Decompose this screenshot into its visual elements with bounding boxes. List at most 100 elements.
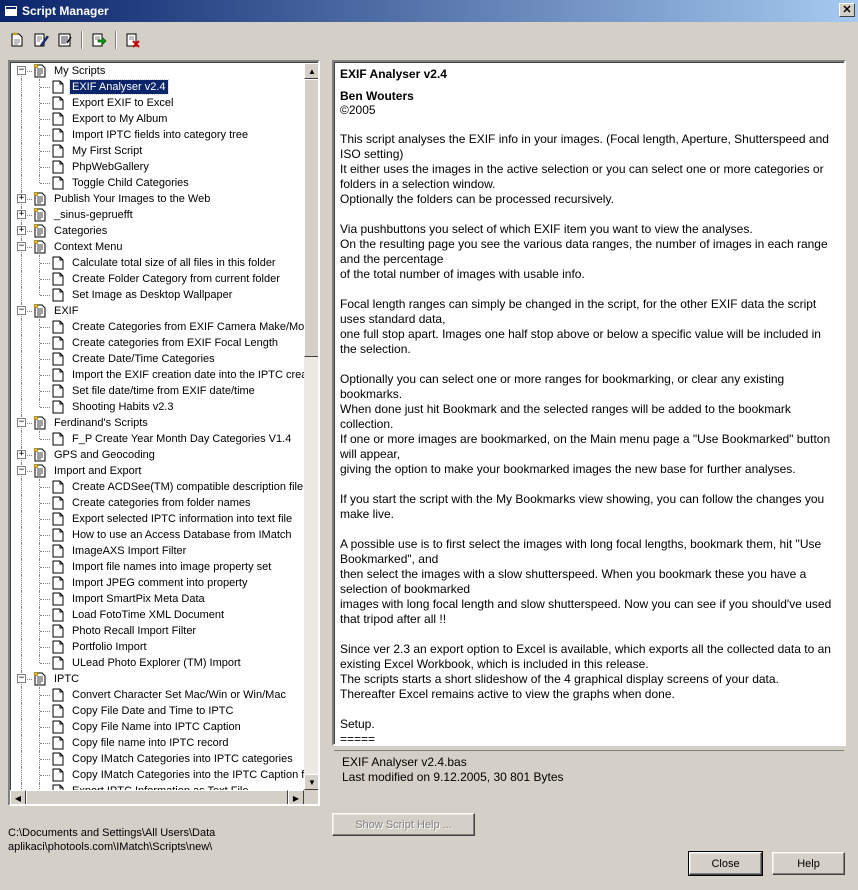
tree-item-label[interactable]: Create Date/Time Categories <box>70 352 217 366</box>
tree-item-label[interactable]: Create Folder Category from current fold… <box>70 272 282 286</box>
tree-script-item[interactable]: Import JPEG comment into property <box>10 575 304 591</box>
tree-item-label[interactable]: Calculate total size of all files in thi… <box>70 256 278 270</box>
tree-item-label[interactable]: Set file date/time from EXIF date/time <box>70 384 257 398</box>
tree-folder[interactable]: − Import and Export <box>10 463 304 479</box>
tree-item-label[interactable]: Copy IMatch Categories into the IPTC Cap… <box>70 768 304 782</box>
tree-script-item[interactable]: ImageAXS Import Filter <box>10 543 304 559</box>
tree-item-label[interactable]: Create categories from EXIF Focal Length <box>70 336 280 350</box>
tree-script-item[interactable]: Create Date/Time Categories <box>10 351 304 367</box>
tree-item-label[interactable]: Toggle Child Categories <box>70 176 191 190</box>
collapse-icon[interactable]: − <box>17 306 26 315</box>
tree-item-label[interactable]: My Scripts <box>52 64 107 78</box>
tree-item-label[interactable]: F_P Create Year Month Day Categories V1.… <box>70 432 293 446</box>
tree-item-label[interactable]: Copy File Name into IPTC Caption <box>70 720 243 734</box>
tree-item-label[interactable]: EXIF Analyser v2.4 <box>69 79 169 95</box>
tree-script-item[interactable]: Create ACDSee(TM) compatible description… <box>10 479 304 495</box>
tree-item-label[interactable]: Import file names into image property se… <box>70 560 273 574</box>
tree-item-label[interactable]: PhpWebGallery <box>70 160 151 174</box>
tree-script-item[interactable]: Toggle Child Categories <box>10 175 304 191</box>
expand-icon[interactable]: + <box>17 210 26 219</box>
tree-script-item[interactable]: Copy File Date and Time to IPTC <box>10 703 304 719</box>
tree-item-label[interactable]: Copy file name into IPTC record <box>70 736 231 750</box>
tree-item-label[interactable]: Import JPEG comment into property <box>70 576 249 590</box>
collapse-icon[interactable]: − <box>17 66 26 75</box>
collapse-icon[interactable]: − <box>17 242 26 251</box>
tree-script-item[interactable]: Photo Recall Import Filter <box>10 623 304 639</box>
tree-item-label[interactable]: Export EXIF to Excel <box>70 96 175 110</box>
tree-item-label[interactable]: ImageAXS Import Filter <box>70 544 188 558</box>
tree-script-item[interactable]: Load FotoTime XML Document <box>10 607 304 623</box>
script-tree[interactable]: − My Scripts EXIF Analyser v2.4 Export EXIF… <box>8 60 320 806</box>
tree-folder[interactable]: − EXIF <box>10 303 304 319</box>
tree-script-item[interactable]: Export to My Album <box>10 111 304 127</box>
scroll-up-button[interactable]: ▲ <box>304 63 318 79</box>
tree-script-item[interactable]: How to use an Access Database from IMatc… <box>10 527 304 543</box>
tree-script-item[interactable]: Export selected IPTC information into te… <box>10 511 304 527</box>
tree-item-label[interactable]: Shooting Habits v2.3 <box>70 400 176 414</box>
tree-script-item[interactable]: Set Image as Desktop Wallpaper <box>10 287 304 303</box>
tree-script-item[interactable]: Copy IMatch Categories into the IPTC Cap… <box>10 767 304 783</box>
tree-item-label[interactable]: _sinus-gepruefft <box>52 208 135 222</box>
tree-item-label[interactable]: IPTC <box>52 672 81 686</box>
run-script-button[interactable] <box>88 30 110 50</box>
tree-item-label[interactable]: GPS and Geocoding <box>52 448 157 462</box>
tree-script-item[interactable]: PhpWebGallery <box>10 159 304 175</box>
expand-icon[interactable]: + <box>17 450 26 459</box>
tree-folder[interactable]: + Publish Your Images to the Web <box>10 191 304 207</box>
tree-script-item[interactable]: Create Folder Category from current fold… <box>10 271 304 287</box>
tree-item-label[interactable]: Publish Your Images to the Web <box>52 192 212 206</box>
tree-folder[interactable]: + _sinus-gepruefft <box>10 207 304 223</box>
new-script-button[interactable] <box>6 30 28 50</box>
tree-script-item[interactable]: Calculate total size of all files in thi… <box>10 255 304 271</box>
tree-folder[interactable]: − My Scripts <box>10 63 304 87</box>
tree-item-label[interactable]: Create categories from folder names <box>70 496 253 510</box>
tree-script-item[interactable]: Import SmartPix Meta Data <box>10 591 304 607</box>
tree-vertical-scrollbar[interactable]: ▲ ▼ <box>304 63 318 790</box>
tree-item-label[interactable]: Load FotoTime XML Document <box>70 608 226 622</box>
tree-script-item[interactable]: Export IPTC Information as Text File <box>10 783 304 790</box>
tree-script-item[interactable]: Import the EXIF creation date into the I… <box>10 367 304 383</box>
edit-script-button[interactable] <box>30 30 52 50</box>
close-window-button[interactable]: ✕ <box>839 3 855 17</box>
tree-item-label[interactable]: Copy File Date and Time to IPTC <box>70 704 235 718</box>
properties-button[interactable] <box>54 30 76 50</box>
tree-item-label[interactable]: Ferdinand's Scripts <box>52 416 150 430</box>
tree-item-label[interactable]: Copy IMatch Categories into IPTC categor… <box>70 752 295 766</box>
tree-script-item[interactable]: Create Categories from EXIF Camera Make/… <box>10 319 304 335</box>
show-script-help-button[interactable]: Show Script Help ... <box>332 813 475 836</box>
expand-icon[interactable]: + <box>17 194 26 203</box>
scroll-left-button[interactable]: ◀ <box>10 790 26 804</box>
close-button[interactable]: Close <box>688 851 763 876</box>
tree-folder[interactable]: + Categories <box>10 223 304 239</box>
tree-script-item[interactable]: Convert Character Set Mac/Win or Win/Mac <box>10 687 304 703</box>
tree-script-item[interactable]: Portfolio Import <box>10 639 304 655</box>
collapse-icon[interactable]: − <box>17 674 26 683</box>
tree-item-label[interactable]: Categories <box>52 224 109 238</box>
tree-item-label[interactable]: Import SmartPix Meta Data <box>70 592 207 606</box>
expand-icon[interactable]: + <box>17 226 26 235</box>
tree-script-item[interactable]: Set file date/time from EXIF date/time <box>10 383 304 399</box>
tree-script-item[interactable]: Import IPTC fields into category tree <box>10 127 304 143</box>
collapse-icon[interactable]: − <box>17 466 26 475</box>
tree-item-label[interactable]: ULead Photo Explorer (TM) Import <box>70 656 243 670</box>
help-button[interactable]: Help <box>772 852 845 875</box>
tree-item-label[interactable]: Create ACDSee(TM) compatible description… <box>70 480 304 494</box>
tree-script-item[interactable]: My First Script <box>10 143 304 159</box>
tree-folder[interactable]: + GPS and Geocoding <box>10 447 304 463</box>
tree-item-label[interactable]: Export to My Album <box>70 112 169 126</box>
vertical-scroll-thumb[interactable] <box>304 79 318 357</box>
tree-script-item[interactable]: Import file names into image property se… <box>10 559 304 575</box>
scroll-down-button[interactable]: ▼ <box>304 774 318 790</box>
scroll-right-button[interactable]: ▶ <box>288 790 304 804</box>
tree-item-label[interactable]: Create Categories from EXIF Camera Make/… <box>70 320 304 334</box>
tree-horizontal-scrollbar[interactable]: ◀ ▶ <box>10 790 304 804</box>
tree-script-item[interactable]: Create categories from EXIF Focal Length <box>10 335 304 351</box>
delete-script-button[interactable] <box>122 30 144 50</box>
script-description-panel[interactable]: EXIF Analyser v2.4 Ben Wouters ©2005 Thi… <box>332 60 846 746</box>
tree-item-label[interactable]: EXIF <box>52 304 80 318</box>
tree-item-label[interactable]: Import IPTC fields into category tree <box>70 128 250 142</box>
tree-script-item[interactable]: Create categories from folder names <box>10 495 304 511</box>
tree-script-item[interactable]: Copy file name into IPTC record <box>10 735 304 751</box>
tree-item-label[interactable]: Set Image as Desktop Wallpaper <box>70 288 234 302</box>
tree-item-label[interactable]: Import the EXIF creation date into the I… <box>70 368 304 382</box>
